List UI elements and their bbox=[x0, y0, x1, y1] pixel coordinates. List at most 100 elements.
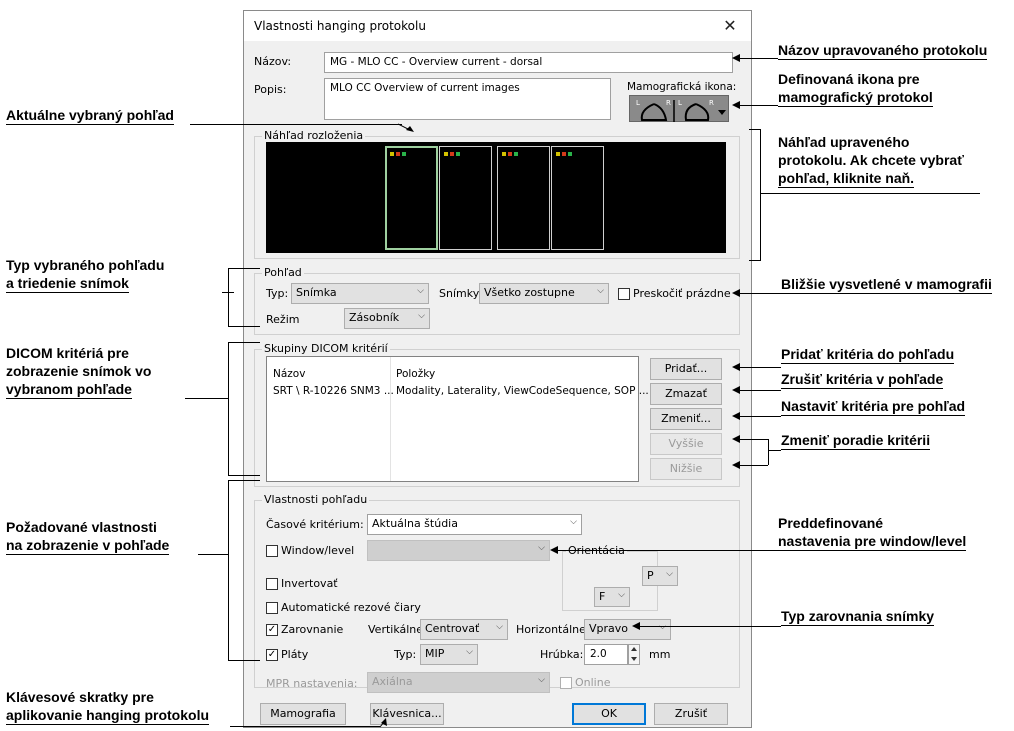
column-header-name[interactable]: Názov bbox=[273, 368, 305, 380]
images-select[interactable]: Všetko zostupne ⌵ bbox=[479, 283, 609, 304]
annotation-add-criteria: Pridať kritéria do pohľadu bbox=[781, 346, 955, 364]
annotation-wl-1: Preddefinované bbox=[778, 515, 884, 531]
alignment-checkbox[interactable]: ✓ bbox=[266, 624, 278, 636]
arrow-icon bbox=[732, 461, 740, 469]
annotation-preview-1: Náhľad upraveného bbox=[778, 134, 910, 150]
skip-empty-checkbox[interactable] bbox=[618, 288, 630, 300]
preview-pane[interactable] bbox=[439, 146, 492, 250]
callout-line bbox=[738, 293, 781, 294]
hanging-protocol-dialog: Vlastnosti hanging protokolu ✕ Názov: MG… bbox=[243, 10, 752, 728]
title-bar: Vlastnosti hanging protokolu ✕ bbox=[244, 11, 751, 41]
annotation-name: Názov upravovaného protokolu bbox=[778, 42, 988, 60]
online-checkbox[interactable] bbox=[560, 677, 572, 689]
name-input[interactable]: MG - MLO CC - Overview current - dorsal bbox=[324, 52, 733, 73]
chevron-down-icon: ⌵ bbox=[570, 517, 577, 527]
mode-label: Režim bbox=[266, 313, 300, 326]
mammography-button[interactable]: Mamografia bbox=[260, 703, 346, 725]
invert-label: Invertovať bbox=[281, 577, 338, 590]
time-criterion-select[interactable]: Aktuálna štúdia ⌵ bbox=[367, 514, 582, 535]
slabs-checkbox[interactable]: ✓ bbox=[266, 649, 278, 661]
chevron-down-icon: ⌵ bbox=[496, 622, 503, 632]
description-input[interactable]: MLO CC Overview of current images bbox=[324, 78, 611, 120]
annotation-wl-2: nastavenia pre window/level bbox=[778, 533, 967, 551]
callout-line bbox=[228, 660, 260, 661]
layout-preview[interactable] bbox=[266, 142, 726, 253]
window-level-checkbox[interactable] bbox=[266, 545, 278, 557]
delete-criteria-button[interactable]: Zmazať bbox=[650, 383, 722, 405]
orientation-horizontal-value: P bbox=[647, 569, 654, 582]
window-level-label: Window/level bbox=[281, 544, 355, 557]
move-down-button[interactable]: Nižšie bbox=[650, 458, 722, 480]
thickness-spinner[interactable] bbox=[628, 644, 640, 665]
spin-down-icon[interactable] bbox=[631, 657, 637, 661]
annotation-dicom-1: DICOM kritériá pre bbox=[6, 345, 129, 361]
auto-slice-lines-checkbox[interactable] bbox=[266, 602, 278, 614]
vertical-align-select[interactable]: Centrovať ⌵ bbox=[420, 619, 508, 640]
preview-pane[interactable] bbox=[497, 146, 550, 250]
mammo-icon-button[interactable]: L R L R bbox=[629, 95, 729, 122]
row-name-cell: SRT \ R-10226 SNM3 ... bbox=[273, 385, 394, 397]
preview-pane[interactable] bbox=[551, 146, 604, 250]
thickness-label: Hrúbka: bbox=[540, 648, 584, 661]
dicom-group-label: Skupiny DICOM kritérií bbox=[262, 342, 390, 355]
table-row[interactable]: SRT \ R-10226 SNM3 ... Modality, Lateral… bbox=[268, 383, 649, 400]
callout-line bbox=[738, 390, 781, 391]
annotation-preview-2: protokolu. Ak chcete vybrať bbox=[778, 152, 964, 168]
callout-line bbox=[228, 342, 229, 475]
change-criteria-button[interactable]: Zmeniť... bbox=[650, 408, 722, 430]
images-label: Snímky: bbox=[439, 287, 483, 300]
cancel-button[interactable]: Zrušiť bbox=[654, 703, 728, 725]
annotation-shortcuts-1: Klávesové skratky pre bbox=[6, 689, 154, 705]
add-criteria-button[interactable]: Pridať... bbox=[650, 358, 722, 380]
dicom-criteria-list[interactable]: Názov Položky SRT \ R-10226 SNM3 ... Mod… bbox=[266, 356, 649, 482]
callout-line bbox=[228, 480, 260, 481]
callout-line bbox=[738, 367, 781, 368]
horizontal-label: Horizontálne: bbox=[516, 623, 590, 636]
chevron-down-icon: ⌵ bbox=[666, 569, 673, 579]
view-type-value: Snímka bbox=[296, 286, 337, 299]
mpr-settings-label: MPR nastavenia: bbox=[266, 677, 358, 690]
callout-line bbox=[638, 626, 781, 627]
orientation-vertical-select[interactable]: F ⌵ bbox=[594, 587, 630, 607]
thickness-input[interactable]: 2.0 bbox=[584, 644, 628, 665]
invert-checkbox[interactable] bbox=[266, 578, 278, 590]
window-level-select[interactable]: ⌵ bbox=[367, 540, 550, 561]
callout-line bbox=[228, 480, 229, 660]
move-up-button[interactable]: Vyššie bbox=[650, 433, 722, 455]
arrow-icon bbox=[732, 363, 740, 371]
callout-line bbox=[749, 260, 761, 261]
arrow-icon bbox=[732, 54, 740, 62]
mammo-tag-r2: R bbox=[709, 99, 714, 107]
orientation-horizontal-select[interactable]: P ⌵ bbox=[642, 566, 678, 586]
callout-line bbox=[228, 268, 229, 326]
close-icon[interactable]: ✕ bbox=[716, 15, 744, 37]
chevron-down-icon: ⌵ bbox=[538, 675, 545, 685]
horizontal-align-select[interactable]: Vpravo ⌵ bbox=[584, 619, 671, 640]
annotation-align-type: Typ zarovnania snímky bbox=[781, 608, 935, 626]
column-header-items[interactable]: Položky bbox=[396, 368, 435, 380]
annotation-view-type-1: Typ vybraného pohľadu bbox=[6, 257, 165, 273]
callout-line bbox=[768, 439, 769, 465]
callout-line bbox=[230, 726, 380, 727]
chevron-down-icon: ⌵ bbox=[538, 543, 545, 553]
callout-line bbox=[228, 326, 260, 327]
ok-button[interactable]: OK bbox=[572, 703, 646, 725]
callout-line bbox=[738, 58, 778, 59]
annotation-dicom-2: zobrazenie snímok vo bbox=[6, 363, 152, 379]
arrow-icon bbox=[732, 412, 740, 420]
row-items-cell: Modality, Laterality, ViewCodeSequence, … bbox=[396, 385, 649, 397]
view-type-select[interactable]: Snímka ⌵ bbox=[291, 283, 429, 304]
mode-select[interactable]: Zásobník ⌵ bbox=[344, 308, 430, 329]
mpr-settings-select[interactable]: Axiálna ⌵ bbox=[367, 672, 550, 693]
spin-up-icon[interactable] bbox=[631, 647, 637, 651]
callout-line bbox=[190, 124, 402, 125]
vertical-label: Vertikálne: bbox=[368, 623, 427, 636]
annotation-delete-criteria: Zrušiť kritéria v pohľade bbox=[781, 371, 944, 389]
layout-preview-label: Náhľad rozloženia bbox=[262, 129, 366, 142]
callout-line bbox=[760, 129, 761, 261]
preview-pane-selected[interactable] bbox=[385, 146, 438, 250]
description-label: Popis: bbox=[254, 83, 287, 96]
slab-type-select[interactable]: MIP ⌵ bbox=[420, 644, 478, 665]
callout-line bbox=[738, 105, 778, 106]
chevron-down-icon: ⌵ bbox=[466, 647, 473, 657]
